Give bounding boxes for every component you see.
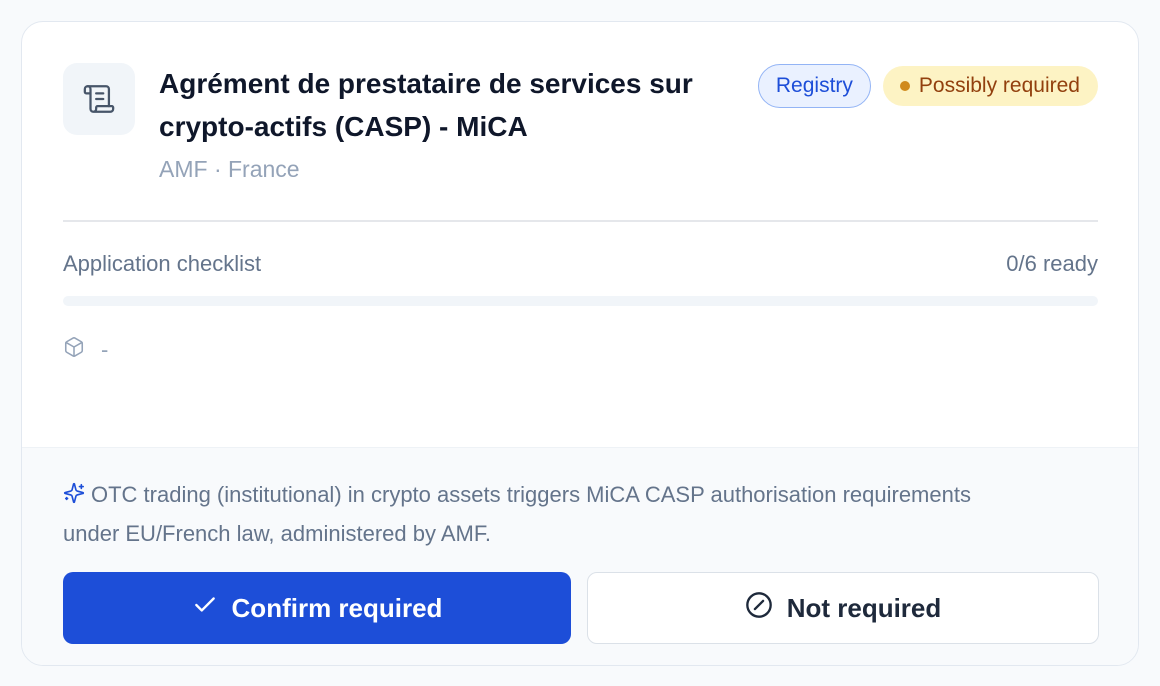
confirm-required-button[interactable]: Confirm required [63, 572, 571, 644]
checklist-item: - [63, 336, 108, 364]
checklist-count: 0/6 ready [1006, 251, 1098, 276]
scroll-icon [63, 63, 135, 135]
check-icon [192, 592, 218, 625]
checklist-progress-bar [63, 296, 1098, 306]
sparkle-icon [63, 478, 85, 515]
status-dot [899, 81, 910, 91]
reason-body: OTC trading (institutional) in crypto as… [63, 482, 971, 546]
card-footer-section: OTC trading (institutional) in crypto as… [22, 447, 1138, 665]
registry-badge[interactable]: Registry [757, 64, 871, 108]
status-badge: Possibly required [882, 66, 1098, 106]
status-badge-label: Possibly required [918, 74, 1080, 97]
checklist-item-text: - [101, 337, 109, 362]
divider [63, 220, 1098, 222]
permit-card: Agrément de prestataire de services sur … [21, 21, 1139, 666]
checklist-label: Application checklist [63, 251, 262, 276]
permit-title: Agrément de prestataire de services sur … [159, 68, 693, 142]
not-required-label: Not required [786, 592, 942, 623]
permit-authority: AMF · France [159, 156, 300, 182]
ban-icon [745, 591, 773, 626]
box-icon [63, 336, 85, 364]
badge-group: Registry Possibly required [757, 64, 1098, 108]
card-header-section: Agrément de prestataire de services sur … [22, 22, 1138, 447]
not-required-button[interactable]: Not required [587, 572, 1099, 644]
reason-text: OTC trading (institutional) in crypto as… [63, 476, 1003, 552]
confirm-required-label: Confirm required [231, 592, 443, 623]
